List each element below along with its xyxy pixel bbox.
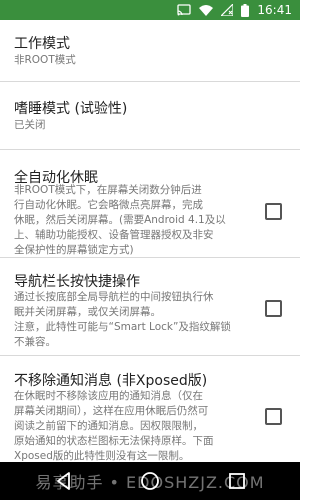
setting-title: 不移除通知消息 (非Xposed版) — [14, 373, 208, 389]
setting-keep-notifications[interactable]: 不移除通知消息 (非Xposed版) 在休眠时不移除该应用的通知消息（仅在 屏幕… — [0, 356, 300, 462]
navigation-bar — [0, 462, 300, 500]
setting-title: 导航栏长按快捷操作 — [14, 274, 140, 290]
setting-summary: 在休眠时不移除该应用的通知消息（仅在 屏幕关闭期间），这样在应用休眠后仍然可 阅… — [14, 390, 214, 462]
home-icon[interactable] — [139, 470, 161, 492]
setting-work-mode[interactable]: 工作模式 非ROOT模式 — [0, 20, 300, 82]
auto-hibernate-checkbox[interactable] — [265, 203, 282, 220]
setting-summary: 非ROOT模式下，在屏幕关闭数分钟后进 行自动化休眠。它会略微点亮屏幕，完成 休… — [14, 184, 226, 256]
settings-list: 工作模式 非ROOT模式 嗜睡模式 (试验性) 已关闭 全自动化休眠 非ROOT… — [0, 20, 300, 462]
no-sim-icon — [221, 4, 234, 16]
cast-icon — [177, 4, 192, 16]
setting-summary: 已关闭 — [14, 119, 46, 131]
setting-title: 嗜睡模式 (试验性) — [14, 101, 128, 117]
back-icon[interactable] — [53, 470, 75, 492]
setting-auto-hibernate[interactable]: 全自动化休眠 非ROOT模式下，在屏幕关闭数分钟后进 行自动化休眠。它会略微点亮… — [0, 150, 300, 258]
keep-notifications-checkbox[interactable] — [265, 408, 282, 425]
status-icons: 16:41 — [177, 0, 292, 20]
recents-icon[interactable] — [226, 470, 248, 492]
clock: 16:41 — [257, 3, 292, 17]
setting-summary: 非ROOT模式 — [14, 54, 76, 66]
setting-doze-mode[interactable]: 嗜睡模式 (试验性) 已关闭 — [0, 82, 300, 150]
setting-title: 工作模式 — [14, 36, 70, 52]
battery-icon — [241, 3, 250, 17]
setting-navbar-longpress[interactable]: 导航栏长按快捷操作 通过长按底部全局导航栏的中间按钮执行休 眠并关闭屏幕，或仅关… — [0, 258, 300, 356]
setting-summary: 通过长按底部全局导航栏的中间按钮执行休 眠并关闭屏幕，或仅关闭屏幕。 注意，此特… — [14, 291, 231, 348]
navbar-longpress-checkbox[interactable] — [265, 300, 282, 317]
status-bar: 16:41 — [0, 0, 300, 20]
wifi-icon — [199, 4, 214, 16]
